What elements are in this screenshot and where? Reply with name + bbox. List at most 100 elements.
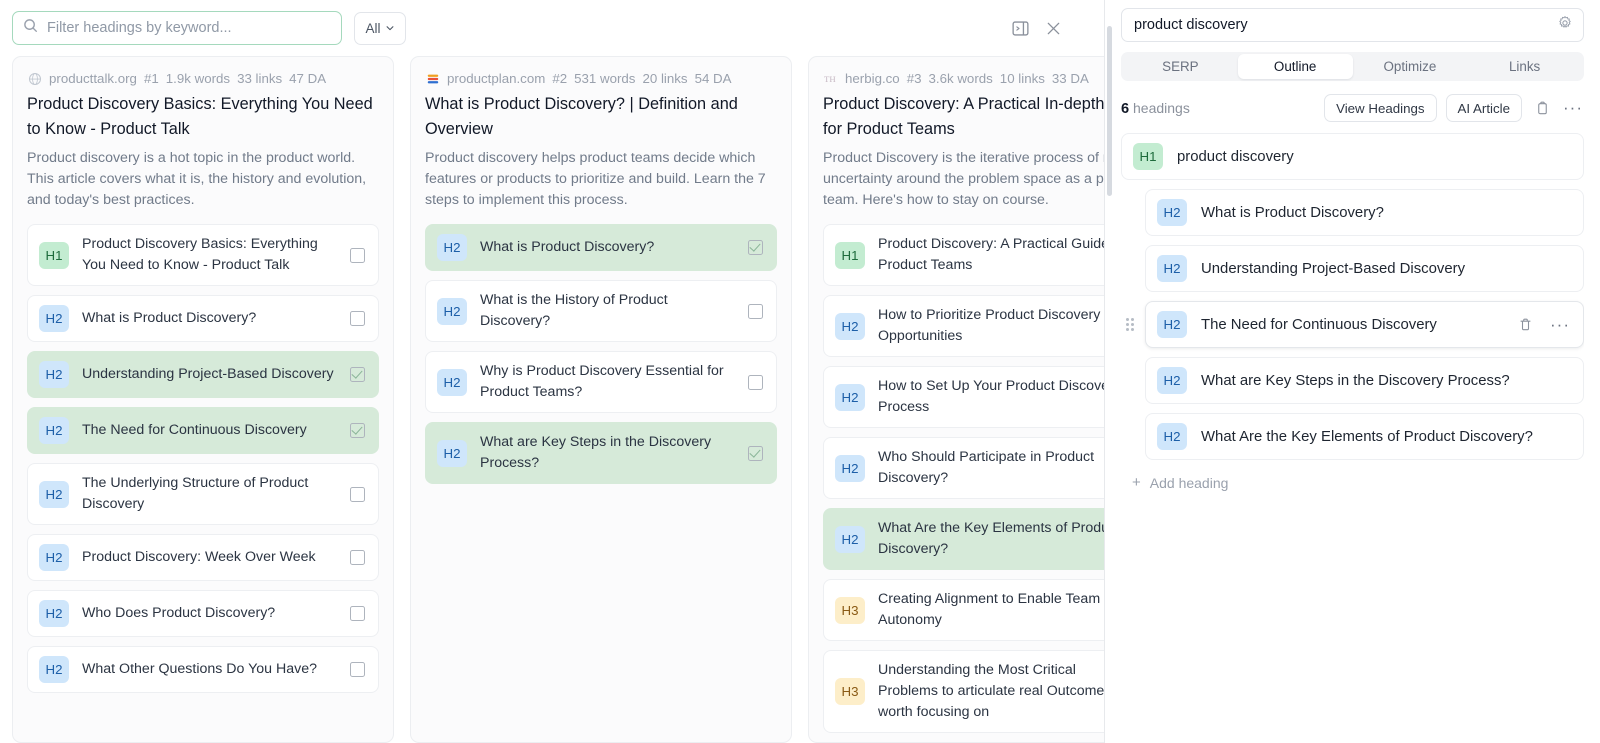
heading-text: What is Product Discovery? <box>480 237 735 258</box>
heading-text: Understanding Project-Based Discovery <box>82 364 337 385</box>
result-column: productplan.com #2 531 words 20 links 54… <box>410 56 792 743</box>
column-title: Product Discovery: A Practical In-depth … <box>823 92 1104 142</box>
heading-checkbox[interactable] <box>350 487 365 502</box>
outline-row[interactable]: H2 What Are the Key Elements of Product … <box>1145 413 1584 460</box>
heading-row[interactable]: H3 Creating Alignment to Enable Team Aut… <box>823 579 1104 641</box>
ai-article-button[interactable]: AI Article <box>1446 94 1522 122</box>
heading-row[interactable]: H2 Who Should Participate in Product Dis… <box>823 437 1104 499</box>
heading-row[interactable]: H2 Who Does Product Discovery? <box>27 590 379 637</box>
column-domain: herbig.co <box>845 71 900 86</box>
plus-icon: + <box>1132 476 1141 490</box>
heading-text: What Other Questions Do You Have? <box>82 659 337 680</box>
heading-row[interactable]: H2 What is the History of Product Discov… <box>425 280 777 342</box>
heading-level-badge: H2 <box>1157 311 1187 338</box>
more-horizontal-icon[interactable]: ··· <box>1562 96 1584 120</box>
outline-row[interactable]: H1 product discovery <box>1121 133 1584 180</box>
outline-row-text: Understanding Project-Based Discovery <box>1201 261 1571 277</box>
heading-text: What is Product Discovery? <box>82 308 337 329</box>
clipboard-icon[interactable] <box>1531 96 1553 120</box>
heading-level-badge: H2 <box>437 234 467 261</box>
heading-row[interactable]: H2 Product Discovery: Week Over Week <box>27 534 379 581</box>
heading-level-badge: H2 <box>1157 423 1187 450</box>
heading-text: Understanding the Most Critical Problems… <box>878 660 1104 723</box>
heading-level-badge: H1 <box>1133 143 1163 170</box>
keyword-input[interactable] <box>1134 17 1557 33</box>
heading-checkbox[interactable] <box>748 375 763 390</box>
heading-level-badge: H2 <box>39 600 69 627</box>
heading-checkbox[interactable] <box>748 240 763 255</box>
heading-row[interactable]: H2 How to Set Up Your Product Discovery … <box>823 366 1104 428</box>
panel-scrollbar[interactable] <box>1107 26 1112 196</box>
heading-row[interactable]: H2 What Are the Key Elements of Product … <box>823 508 1104 570</box>
globe-icon <box>27 71 42 86</box>
keyword-field[interactable] <box>1121 8 1584 42</box>
heading-level-badge: H2 <box>437 440 467 467</box>
outline-row-text: What are Key Steps in the Discovery Proc… <box>1201 373 1571 389</box>
result-columns: producttalk.org #1 1.9k words 33 links 4… <box>0 56 1104 743</box>
column-title: What is Product Discovery? | Definition … <box>425 92 777 142</box>
more-horizontal-icon[interactable]: ··· <box>1549 313 1571 337</box>
heading-checkbox[interactable] <box>350 550 365 565</box>
heading-level-badge: H2 <box>835 455 865 482</box>
heading-row[interactable]: H2 The Underlying Structure of Product D… <box>27 463 379 525</box>
heading-level-badge: H2 <box>835 384 865 411</box>
heading-checkbox[interactable] <box>350 423 365 438</box>
heading-row[interactable]: H3 Understanding the Most Critical Probl… <box>823 650 1104 733</box>
heading-checkbox[interactable] <box>350 606 365 621</box>
outline-row[interactable]: H2 What are Key Steps in the Discovery P… <box>1145 357 1584 404</box>
heading-row[interactable]: H2 Understanding Project-Based Discovery <box>27 351 379 398</box>
heading-level-badge: H2 <box>1157 255 1187 282</box>
tab-serp[interactable]: SERP <box>1123 54 1238 79</box>
outline-list: H1 product discovery H2 What is Product … <box>1121 133 1584 743</box>
heading-checkbox[interactable] <box>350 662 365 677</box>
heading-row[interactable]: H2 What Other Questions Do You Have? <box>27 646 379 693</box>
heading-row[interactable]: H2 What is Product Discovery? <box>425 224 777 271</box>
heading-level-badge: H2 <box>1157 367 1187 394</box>
result-column: producttalk.org #1 1.9k words 33 links 4… <box>12 56 394 743</box>
heading-count-number: 6 <box>1121 101 1129 117</box>
heading-checkbox[interactable] <box>350 311 365 326</box>
heading-text: Creating Alignment to Enable Team Autono… <box>878 589 1104 631</box>
column-domain: producttalk.org <box>49 71 137 86</box>
trash-icon[interactable] <box>1514 313 1536 337</box>
heading-text: Why is Product Discovery Essential for P… <box>480 361 735 403</box>
heading-text: What is the History of Product Discovery… <box>480 290 735 332</box>
heading-text: Product Discovery: Week Over Week <box>82 547 337 568</box>
panel-collapse-icon[interactable] <box>1012 20 1029 37</box>
heading-checkbox[interactable] <box>350 248 365 263</box>
search-input[interactable] <box>47 20 331 36</box>
add-heading-button[interactable]: + Add heading <box>1121 469 1584 497</box>
heading-row[interactable]: H2 The Need for Continuous Discovery <box>27 407 379 454</box>
tab-links[interactable]: Links <box>1467 54 1582 79</box>
heading-row[interactable]: H2 How to Prioritize Product Discovery O… <box>823 295 1104 357</box>
heading-level-badge: H2 <box>437 298 467 325</box>
heading-level-badge: H2 <box>39 544 69 571</box>
tab-optimize[interactable]: Optimize <box>1353 54 1468 79</box>
filter-search-box[interactable] <box>12 11 342 45</box>
heading-checkbox[interactable] <box>350 367 365 382</box>
tab-outline[interactable]: Outline <box>1238 54 1353 79</box>
heading-level-badge: H2 <box>437 369 467 396</box>
outline-actionbar: 6 headings View Headings AI Article ··· <box>1121 94 1584 122</box>
column-links: 20 links <box>642 71 687 86</box>
heading-row[interactable]: H1 Product Discovery Basics: Everything … <box>27 224 379 286</box>
close-icon[interactable] <box>1045 20 1062 37</box>
view-headings-button[interactable]: View Headings <box>1324 94 1436 122</box>
herbig-icon: TH <box>823 71 838 86</box>
heading-checkbox[interactable] <box>748 304 763 319</box>
heading-row[interactable]: H2 What is Product Discovery? <box>27 295 379 342</box>
gear-icon[interactable] <box>1557 15 1573 36</box>
drag-handle-icon[interactable] <box>1124 317 1136 333</box>
outline-row[interactable]: H2 Understanding Project-Based Discovery <box>1145 245 1584 292</box>
column-meta: productplan.com #2 531 words 20 links 54… <box>425 71 777 86</box>
heading-row[interactable]: H2 What are Key Steps in the Discovery P… <box>425 422 777 484</box>
outline-row[interactable]: H2 What is Product Discovery? <box>1145 189 1584 236</box>
outline-row[interactable]: H2 The Need for Continuous Discovery ··· <box>1145 301 1584 348</box>
heading-row[interactable]: H1 Product Discovery: A Practical Guide … <box>823 224 1104 286</box>
column-words: 3.6k words <box>929 71 993 86</box>
filter-dropdown[interactable]: All <box>354 12 406 45</box>
heading-text: Who Does Product Discovery? <box>82 603 337 624</box>
filter-toolbar: All <box>0 0 1104 56</box>
heading-checkbox[interactable] <box>748 446 763 461</box>
heading-row[interactable]: H2 Why is Product Discovery Essential fo… <box>425 351 777 413</box>
